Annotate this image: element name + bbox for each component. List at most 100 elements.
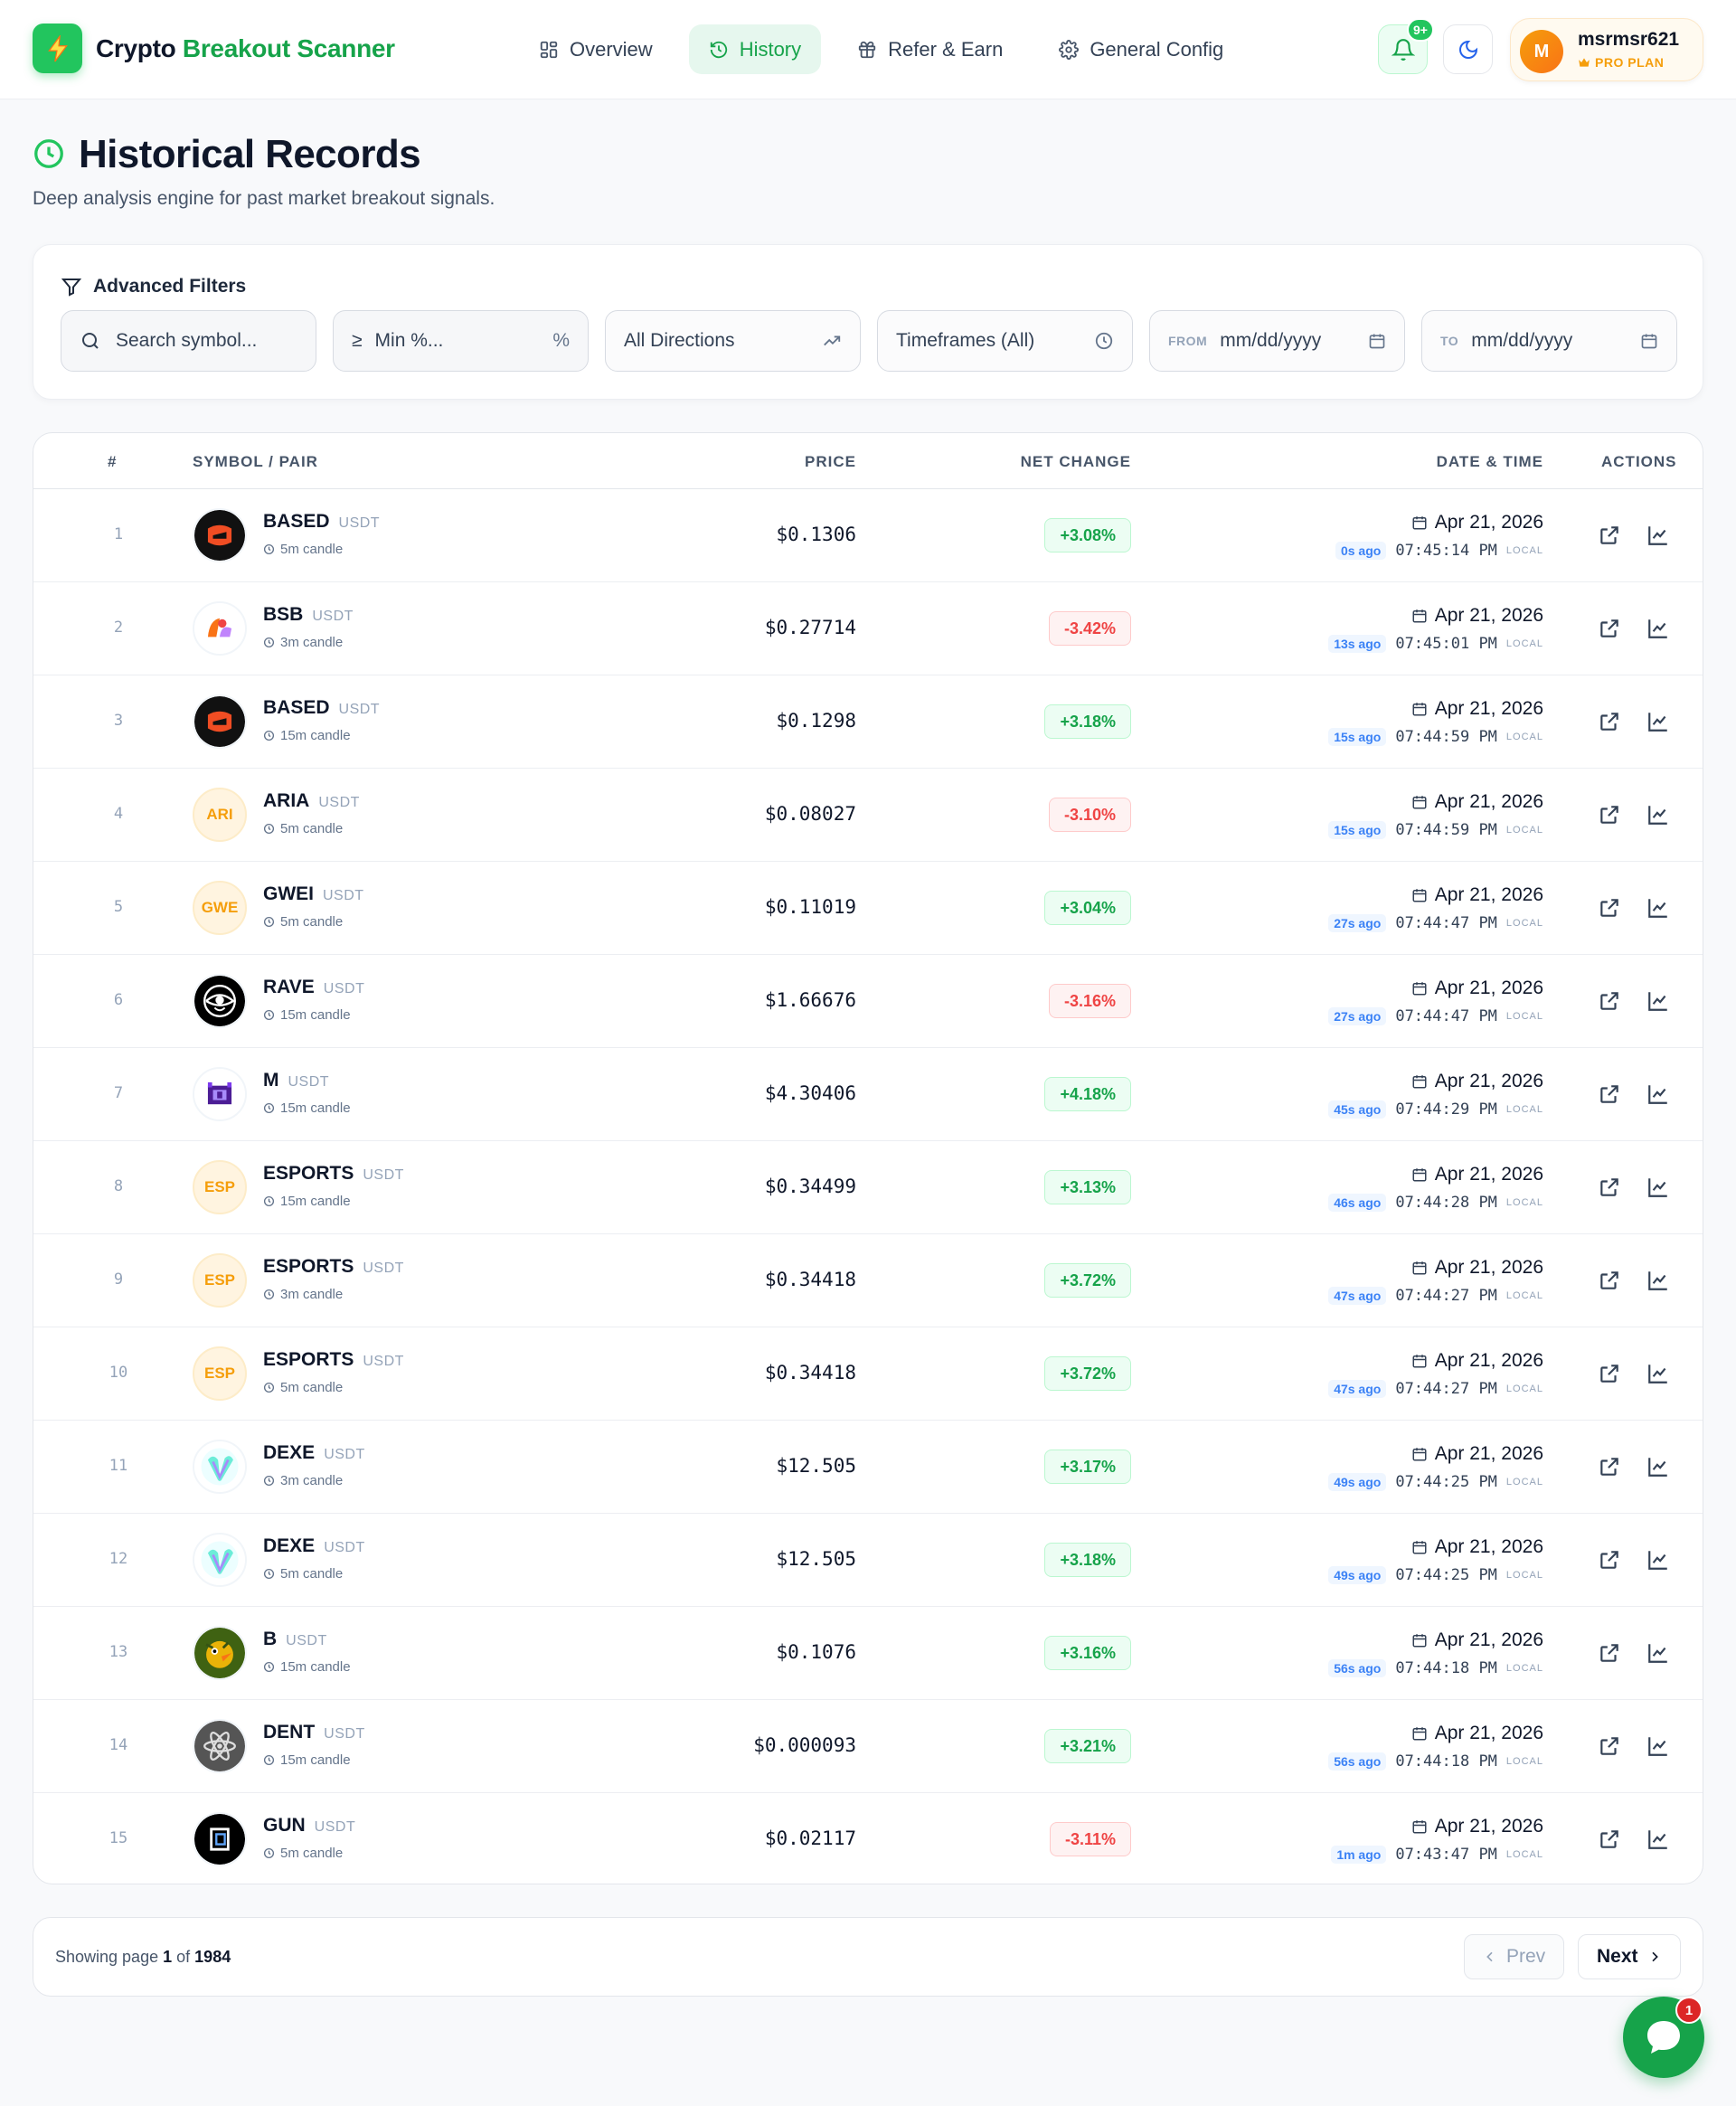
symbol-pair[interactable]: BASED USDT: [263, 511, 380, 533]
search-input[interactable]: Search symbol...: [61, 310, 316, 372]
symbol-pair[interactable]: RAVE USDT: [263, 977, 364, 998]
symbol-pair[interactable]: DENT USDT: [263, 1722, 365, 1743]
timeframe: 3m candle: [263, 1473, 343, 1488]
symbol-pair[interactable]: GWEI USDT: [263, 883, 364, 905]
clock-icon: [263, 916, 275, 928]
view-chart-button[interactable]: [1646, 1548, 1670, 1572]
coin-logo-text: ESP: [203, 1178, 236, 1195]
open-external-button[interactable]: [1598, 1548, 1621, 1572]
symbol-pair[interactable]: DEXE USDT: [263, 1442, 365, 1464]
row-index: 10: [108, 1364, 128, 1382]
price: $0.11019: [764, 896, 856, 918]
view-chart-button[interactable]: [1646, 1082, 1670, 1106]
open-external-button[interactable]: [1598, 1455, 1621, 1478]
history-table: # SYMBOL / PAIR PRICE NET CHANGE DATE & …: [33, 432, 1703, 1884]
open-external-button[interactable]: [1598, 524, 1621, 547]
symbol-pair[interactable]: ARIA USDT: [263, 790, 360, 812]
nav-general-config[interactable]: General Config: [1039, 24, 1243, 74]
open-external-button[interactable]: [1598, 1641, 1621, 1665]
signal-time: 15s ago 07:44:59 PM LOCAL: [1328, 728, 1543, 746]
nav-history[interactable]: History: [688, 24, 822, 74]
app-logo[interactable]: [33, 24, 82, 73]
symbol-pair[interactable]: DEXE USDT: [263, 1535, 365, 1557]
username: msrmsr621: [1578, 29, 1680, 50]
view-chart-button[interactable]: [1646, 710, 1670, 733]
open-external-button[interactable]: [1598, 1362, 1621, 1385]
quote-asset: USDT: [318, 795, 360, 810]
timeframe-select[interactable]: Timeframes (All): [877, 310, 1133, 372]
symbol-pair[interactable]: BASED USDT: [263, 697, 380, 719]
view-chart-button[interactable]: [1646, 1176, 1670, 1199]
view-chart-button[interactable]: [1646, 1734, 1670, 1758]
quote-asset: USDT: [338, 515, 381, 531]
open-external-button[interactable]: [1598, 1827, 1621, 1851]
view-chart-button[interactable]: [1646, 1827, 1670, 1851]
quote-asset: USDT: [323, 981, 365, 996]
coin-logo: [193, 1812, 247, 1866]
open-external-button[interactable]: [1598, 710, 1621, 733]
next-page-button[interactable]: Next: [1578, 1934, 1681, 1979]
local-label: LOCAL: [1505, 1756, 1543, 1767]
view-chart-button[interactable]: [1646, 1641, 1670, 1665]
time-ago: 49s ago: [1328, 1566, 1387, 1584]
coin-logo: ESP: [193, 1253, 247, 1308]
direction-select[interactable]: All Directions: [605, 310, 861, 372]
from-date-input[interactable]: FROM mm/dd/yyyy: [1149, 310, 1405, 372]
open-external-button[interactable]: [1598, 989, 1621, 1013]
view-chart-button[interactable]: [1646, 1362, 1670, 1385]
signal-date: Apr 21, 2026: [1411, 1071, 1543, 1092]
symbol-pair[interactable]: GUN USDT: [263, 1815, 355, 1837]
user-menu[interactable]: M msrmsr621 PRO PLAN: [1510, 18, 1703, 81]
view-chart-button[interactable]: [1646, 803, 1670, 826]
min-symbol: ≥: [352, 330, 363, 351]
nav-overview[interactable]: Overview: [519, 24, 673, 74]
nav-refer-earn[interactable]: Refer & Earn: [837, 24, 1023, 74]
calendar-icon: [1412, 1541, 1427, 1554]
clock-icon: [263, 1289, 275, 1300]
pagination: Showing page 1 of 1984 Prev Next: [33, 1917, 1703, 1997]
page-info-of: of: [176, 1948, 191, 1966]
table-row: 12 DEXE USDT 5m candle $12.505 +3.18% Apr 21, …: [33, 1514, 1703, 1607]
symbol-pair[interactable]: ESPORTS USDT: [263, 1256, 404, 1278]
quote-asset: USDT: [324, 1540, 365, 1555]
min-percent-input[interactable]: ≥ Min %... %: [333, 310, 589, 372]
symbol-pair[interactable]: B USDT: [263, 1629, 327, 1650]
open-external-button[interactable]: [1598, 1734, 1621, 1758]
time-ago: 56s ago: [1328, 1752, 1387, 1771]
current-page: 1: [163, 1948, 173, 1966]
view-chart-button[interactable]: [1646, 989, 1670, 1013]
prev-page-button[interactable]: Prev: [1464, 1934, 1565, 1979]
quote-asset: USDT: [363, 1167, 404, 1183]
local-label: LOCAL: [1505, 825, 1543, 836]
symbol-pair[interactable]: M USDT: [263, 1070, 329, 1091]
symbol-pair[interactable]: BSB USDT: [263, 604, 354, 626]
external-link-icon: [1600, 806, 1618, 824]
signal-time: 1m ago 07:43:47 PM LOCAL: [1331, 1846, 1543, 1864]
view-chart-button[interactable]: [1646, 1269, 1670, 1292]
theme-toggle-button[interactable]: [1443, 24, 1493, 74]
symbol-pair[interactable]: ESPORTS USDT: [263, 1349, 404, 1371]
symbol-pair[interactable]: ESPORTS USDT: [263, 1163, 404, 1185]
open-external-button[interactable]: [1598, 1082, 1621, 1106]
calendar-icon: [1412, 1261, 1427, 1275]
to-label: TO: [1440, 334, 1459, 348]
view-chart-button[interactable]: [1646, 896, 1670, 920]
view-chart-button[interactable]: [1646, 1455, 1670, 1478]
signal-date: Apr 21, 2026: [1411, 1816, 1543, 1837]
open-external-button[interactable]: [1598, 896, 1621, 920]
open-external-button[interactable]: [1598, 803, 1621, 826]
row-index: 1: [113, 525, 124, 543]
to-date-input[interactable]: TO mm/dd/yyyy: [1421, 310, 1677, 372]
view-chart-button[interactable]: [1646, 617, 1670, 640]
open-external-button[interactable]: [1598, 1269, 1621, 1292]
time-label: 07:44:59 PM: [1395, 821, 1497, 839]
nav-config-label: General Config: [1090, 37, 1224, 61]
view-chart-button[interactable]: [1646, 524, 1670, 547]
open-external-button[interactable]: [1598, 617, 1621, 640]
time-ago: 56s ago: [1328, 1659, 1387, 1677]
gift-icon: [858, 41, 876, 58]
open-external-button[interactable]: [1598, 1176, 1621, 1199]
coin-logo: [193, 1533, 247, 1587]
timeframe-label: 5m candle: [280, 1846, 344, 1861]
coin-logo: ESP: [193, 1346, 247, 1401]
